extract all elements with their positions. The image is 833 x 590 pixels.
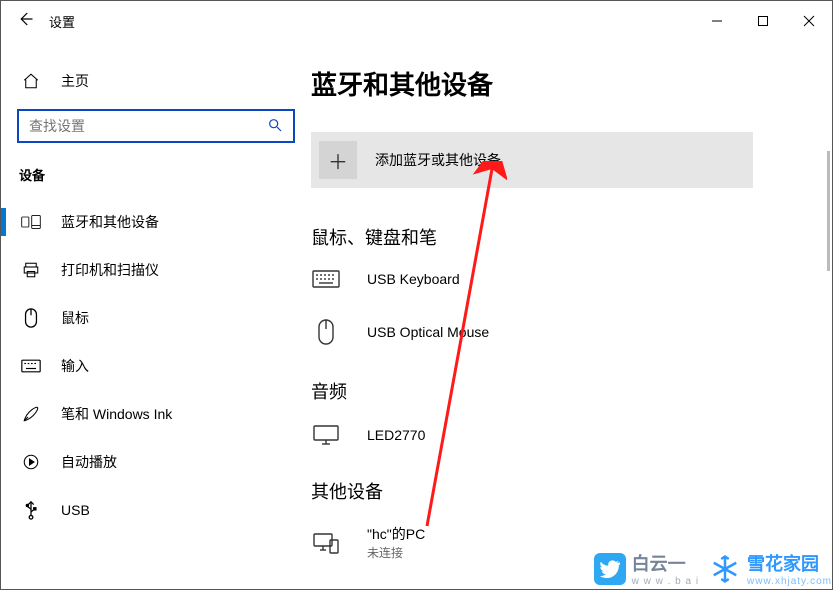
section-audio: 音频 — [311, 378, 812, 404]
pen-icon — [21, 405, 41, 423]
search-input[interactable] — [29, 118, 267, 134]
section-mouse-kb-pen: 鼠标、键盘和笔 — [311, 224, 812, 250]
sidebar-item-autoplay[interactable]: 自动播放 — [17, 442, 295, 482]
sidebar-item-label: 笔和 Windows Ink — [61, 404, 172, 424]
sidebar-item-bluetooth[interactable]: 蓝牙和其他设备 — [17, 202, 295, 242]
keyboard-icon — [21, 359, 41, 373]
window-title: 设置 — [49, 12, 75, 31]
add-device-label: 添加蓝牙或其他设备 — [375, 150, 501, 170]
body: 主页 设备 蓝牙和其他设备 — [1, 41, 832, 589]
close-button[interactable] — [786, 5, 832, 37]
device-name: USB Optical Mouse — [367, 324, 489, 340]
sidebar-item-label: 打印机和扫描仪 — [61, 260, 159, 280]
search-icon — [267, 117, 283, 136]
add-device-tile[interactable]: ＋ 添加蓝牙或其他设备 — [311, 132, 753, 188]
sidebar-item-label: USB — [61, 502, 90, 518]
plus-icon: ＋ — [319, 141, 357, 179]
home-icon — [21, 72, 41, 90]
sidebar-category: 设备 — [19, 165, 295, 184]
keyboard-icon — [311, 270, 341, 288]
sidebar-item-label: 输入 — [61, 356, 89, 376]
monitor-icon — [311, 424, 341, 446]
sidebar-item-label: 鼠标 — [61, 308, 89, 328]
mouse-icon — [21, 308, 41, 328]
sidebar-item-mouse[interactable]: 鼠标 — [17, 298, 295, 338]
device-name: "hc"的PC — [367, 524, 425, 544]
sidebar-item-pen[interactable]: 笔和 Windows Ink — [17, 394, 295, 434]
search-wrap — [17, 109, 295, 143]
autoplay-icon — [21, 453, 41, 471]
device-info: "hc"的PC 未连接 — [367, 524, 425, 561]
settings-window: 设置 主页 设备 — [0, 0, 833, 590]
printer-icon — [21, 261, 41, 279]
sidebar-nav: 蓝牙和其他设备 打印机和扫描仪 鼠标 — [17, 202, 295, 530]
home-link[interactable]: 主页 — [17, 65, 295, 97]
page-title: 蓝牙和其他设备 — [311, 65, 812, 102]
sidebar-item-typing[interactable]: 输入 — [17, 346, 295, 386]
sidebar-item-label: 蓝牙和其他设备 — [61, 212, 159, 232]
mouse-icon — [311, 318, 341, 346]
pc-icon — [311, 532, 341, 554]
search-box[interactable] — [17, 109, 295, 143]
sidebar-item-printers[interactable]: 打印机和扫描仪 — [17, 250, 295, 290]
home-label: 主页 — [61, 71, 89, 91]
section-other: 其他设备 — [311, 478, 812, 504]
scrollbar[interactable] — [827, 151, 830, 271]
device-monitor[interactable]: LED2770 — [311, 416, 812, 468]
bluetooth-devices-icon — [21, 214, 41, 230]
back-button[interactable] — [1, 10, 49, 33]
titlebar: 设置 — [1, 1, 832, 41]
device-name: LED2770 — [367, 427, 425, 443]
window-controls — [694, 5, 832, 37]
device-keyboard[interactable]: USB Keyboard — [311, 262, 812, 310]
minimize-button[interactable] — [694, 5, 740, 37]
sidebar-item-usb[interactable]: USB — [17, 490, 295, 530]
maximize-button[interactable] — [740, 5, 786, 37]
device-status: 未连接 — [367, 544, 425, 561]
sidebar: 主页 设备 蓝牙和其他设备 — [1, 41, 311, 589]
sidebar-item-label: 自动播放 — [61, 452, 117, 472]
device-mouse[interactable]: USB Optical Mouse — [311, 310, 812, 368]
usb-icon — [21, 500, 41, 520]
device-pc[interactable]: "hc"的PC 未连接 — [311, 516, 812, 561]
content: 蓝牙和其他设备 ＋ 添加蓝牙或其他设备 鼠标、键盘和笔 USB Keyboard… — [311, 41, 832, 589]
device-name: USB Keyboard — [367, 271, 460, 287]
